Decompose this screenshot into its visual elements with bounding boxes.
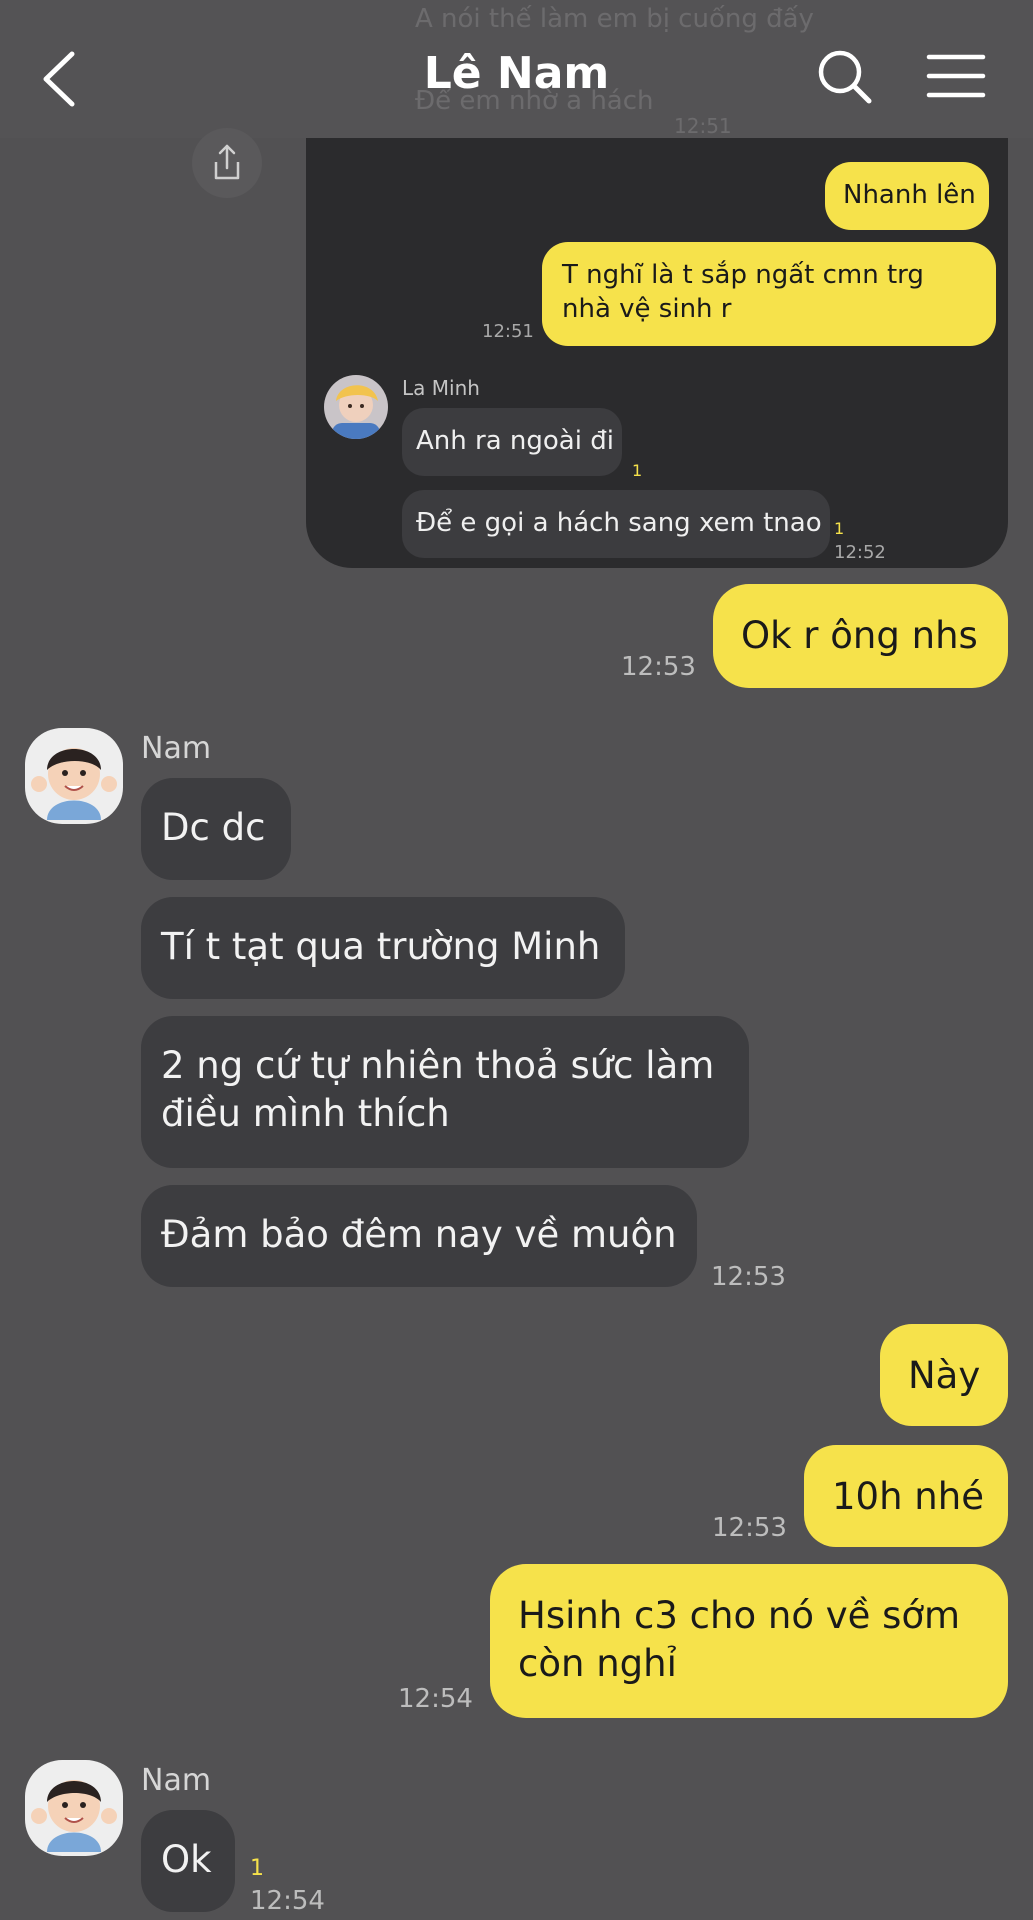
outgoing-message-bubble[interactable]: Này	[880, 1324, 1008, 1426]
message-timestamp: 12:53	[712, 1513, 787, 1543]
card-unread-count: 1	[632, 461, 643, 480]
outgoing-message-bubble[interactable]: 10h nhé	[804, 1445, 1008, 1547]
message-timestamp: 12:53	[711, 1262, 786, 1292]
card-outgoing-bubble: Nhanh lên	[825, 162, 989, 230]
message-timestamp: 12:53	[621, 652, 696, 682]
search-button[interactable]	[816, 48, 876, 108]
chat-screen: A nói thế làm em bị cuống đấy Để em nhờ …	[0, 0, 1033, 1920]
avatar-photo	[324, 375, 388, 439]
chat-header: A nói thế làm em bị cuống đấy Để em nhờ …	[0, 0, 1033, 138]
message-timestamp: 12:54	[250, 1886, 325, 1916]
card-timestamp: 12:52	[834, 542, 886, 563]
card-unread-count: 1	[834, 519, 845, 538]
share-button[interactable]	[192, 128, 262, 198]
incoming-message-bubble[interactable]: Ok	[141, 1810, 235, 1912]
outgoing-message-bubble[interactable]: Ok r ông nhs	[713, 584, 1008, 688]
menu-button[interactable]	[926, 52, 986, 102]
card-timestamp: 12:51	[482, 321, 534, 342]
search-icon	[818, 50, 872, 104]
message-timestamp: 12:54	[398, 1684, 473, 1714]
card-outgoing-bubble: T nghĩ là t sắp ngất cmn trg nhà vệ sinh…	[542, 242, 996, 346]
avatar-photo	[25, 728, 123, 824]
card-incoming-bubble: Anh ra ngoài đi	[402, 408, 622, 476]
nam-avatar[interactable]	[25, 728, 123, 824]
incoming-message-bubble[interactable]: Dc dc	[141, 778, 291, 880]
header-faded-time: 12:51	[674, 114, 732, 138]
unread-count: 1	[250, 1856, 264, 1881]
header-faded-line-1: A nói thế làm em bị cuống đấy	[415, 4, 814, 34]
chat-title: Lê Nam	[423, 48, 610, 99]
incoming-message-bubble[interactable]: Tí t tạt qua trường Minh	[141, 897, 625, 999]
incoming-message-bubble[interactable]: 2 ng cứ tự nhiên thoả sức làm điều mình …	[141, 1016, 749, 1168]
card-sender-name: La Minh	[402, 376, 480, 400]
sender-name: Nam	[141, 731, 212, 766]
incoming-message-bubble[interactable]: Đảm bảo đêm nay về muộn	[141, 1185, 697, 1287]
shared-screenshot-image[interactable]: Nhanh lên T nghĩ là t sắp ngất cmn trg n…	[306, 138, 1008, 568]
nam-avatar[interactable]	[25, 1760, 123, 1856]
outgoing-message-bubble[interactable]: Hsinh c3 cho nó về sớm còn nghỉ	[490, 1564, 1008, 1718]
la-minh-avatar	[324, 375, 388, 439]
share-icon	[214, 144, 240, 180]
avatar-photo	[25, 1760, 123, 1856]
menu-icon	[926, 54, 986, 98]
card-incoming-bubble: Để e gọi a hách sang xem tnao	[402, 490, 830, 558]
sender-name: Nam	[141, 1763, 212, 1798]
